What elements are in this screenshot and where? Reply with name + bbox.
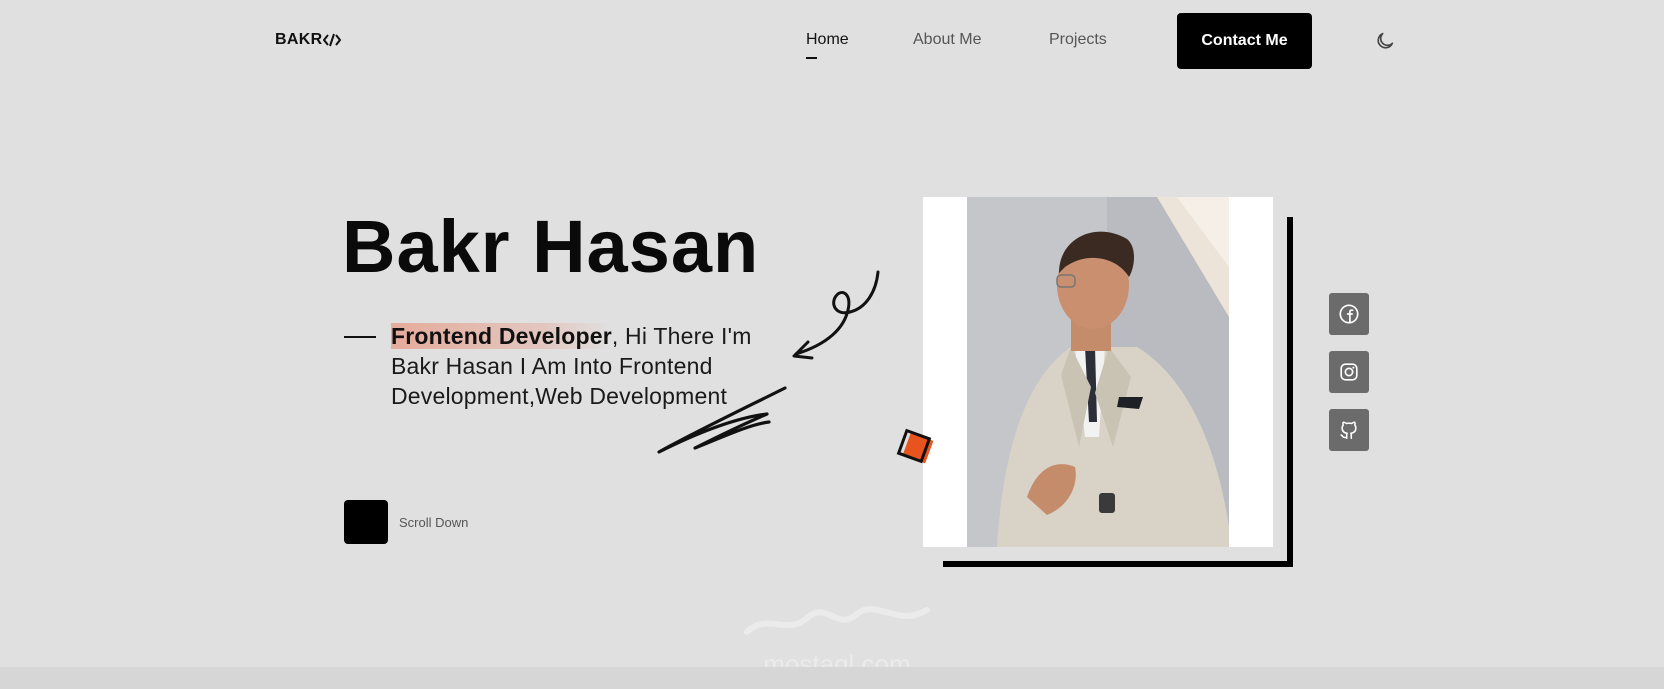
scribble-arrow-icon — [792, 270, 880, 360]
moon-icon[interactable] — [1374, 30, 1396, 52]
bottom-band — [0, 667, 1664, 689]
nav-projects-link[interactable]: Projects — [1049, 31, 1107, 49]
site-header: BAKR Home About Me Projects Contact Me — [0, 0, 1664, 82]
watermark-logo — [744, 606, 930, 635]
logo-text: BAKR — [275, 31, 323, 48]
contact-button[interactable]: Contact Me — [1177, 13, 1312, 69]
profile-photo — [923, 197, 1273, 547]
github-icon — [1340, 421, 1357, 440]
accent-square-icon — [896, 428, 934, 464]
scribble-lines-icon — [657, 386, 787, 454]
facebook-link[interactable] — [1329, 293, 1369, 335]
instagram-link[interactable] — [1329, 351, 1369, 393]
role-highlight: Frontend Developer — [391, 323, 612, 349]
nav-about-link[interactable]: About Me — [913, 31, 981, 49]
code-brackets-icon — [323, 33, 342, 47]
instagram-icon — [1340, 363, 1358, 381]
facebook-icon — [1339, 304, 1359, 324]
nav-home-link[interactable]: Home — [806, 31, 849, 59]
profile-photo-image — [967, 197, 1229, 547]
github-link[interactable] — [1329, 409, 1369, 451]
tagline-dash — [344, 336, 376, 338]
scroll-down-button[interactable] — [344, 500, 388, 544]
hero-name: Bakr Hasan — [342, 205, 760, 288]
logo[interactable]: BAKR — [275, 31, 342, 49]
scroll-down-label: Scroll Down — [399, 515, 469, 530]
